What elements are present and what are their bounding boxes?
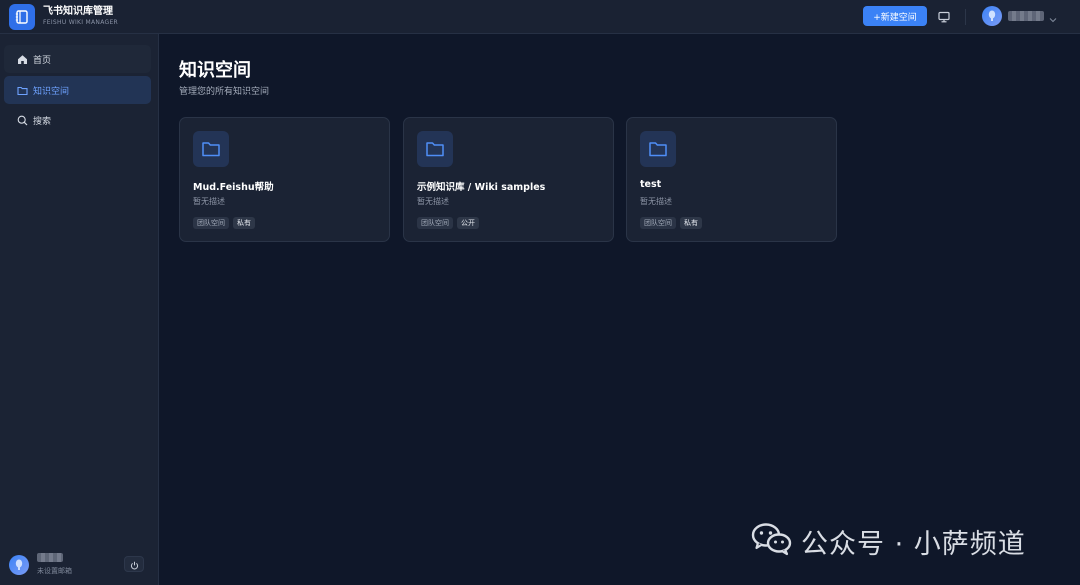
app-subtitle: FEISHU WIKI MANAGER bbox=[43, 19, 119, 26]
top-bar: 飞书知识库管理 FEISHU WIKI MANAGER +新建空间 bbox=[0, 0, 1080, 34]
sidebar-item-wiki-spaces[interactable]: 知识空间 bbox=[4, 76, 151, 104]
new-space-button[interactable]: +新建空间 bbox=[863, 6, 927, 26]
page-subtitle: 管理您的所有知识空间 bbox=[179, 87, 270, 97]
page-title: 知识空间 bbox=[179, 60, 251, 81]
space-name: 示例知识库 / Wiki samples bbox=[417, 182, 546, 193]
sidebar-user-name-redacted bbox=[37, 553, 63, 562]
logout-button[interactable] bbox=[124, 556, 144, 572]
chevron-down-icon[interactable] bbox=[1048, 10, 1058, 23]
space-name: test bbox=[640, 179, 662, 190]
user-email-status: 未设置邮箱 bbox=[37, 567, 72, 575]
wechat-icon bbox=[751, 522, 793, 560]
folder-icon bbox=[417, 131, 453, 167]
space-access-tag: 公开 bbox=[457, 217, 479, 229]
space-card[interactable]: test 暂无描述 团队空间 私有 bbox=[626, 117, 837, 242]
watermark-text: 公众号 · 小萨频道 bbox=[801, 528, 1026, 560]
space-type-tag: 团队空间 bbox=[417, 217, 453, 229]
space-type-tag: 团队空间 bbox=[193, 217, 229, 229]
space-description: 暂无描述 bbox=[417, 197, 449, 206]
space-card[interactable]: 示例知识库 / Wiki samples 暂无描述 团队空间 公开 bbox=[403, 117, 614, 242]
brand[interactable]: 飞书知识库管理 FEISHU WIKI MANAGER bbox=[9, 3, 119, 30]
watermark: 公众号 · 小萨频道 bbox=[751, 522, 1026, 560]
folder-icon bbox=[193, 131, 229, 167]
search-icon bbox=[16, 114, 28, 126]
space-access-tag: 私有 bbox=[233, 217, 255, 229]
space-name: Mud.Feishu帮助 bbox=[193, 182, 274, 193]
monitor-icon[interactable] bbox=[936, 9, 952, 25]
user-avatar[interactable] bbox=[982, 6, 1002, 26]
sidebar-user-panel: 未设置邮箱 bbox=[0, 545, 159, 585]
power-icon bbox=[130, 555, 139, 574]
space-description: 暂无描述 bbox=[193, 197, 225, 206]
space-description: 暂无描述 bbox=[640, 197, 672, 206]
sidebar: 首页 知识空间 搜索 未设置邮箱 bbox=[0, 34, 159, 585]
notebook-icon bbox=[9, 3, 35, 30]
folder-icon bbox=[16, 84, 28, 96]
home-icon bbox=[16, 53, 28, 65]
space-access-tag: 私有 bbox=[680, 217, 702, 229]
user-name-redacted[interactable] bbox=[1008, 11, 1044, 21]
app-title: 飞书知识库管理 bbox=[43, 6, 113, 17]
sidebar-item-label: 首页 bbox=[33, 55, 52, 66]
sidebar-item-home[interactable]: 首页 bbox=[4, 45, 151, 73]
space-card[interactable]: Mud.Feishu帮助 暂无描述 团队空间 私有 bbox=[179, 117, 390, 242]
sidebar-item-label: 搜索 bbox=[33, 116, 52, 127]
folder-icon bbox=[640, 131, 676, 167]
sidebar-item-label: 知识空间 bbox=[33, 86, 70, 97]
sidebar-item-search[interactable]: 搜索 bbox=[4, 106, 151, 134]
header-divider bbox=[965, 9, 966, 25]
space-type-tag: 团队空间 bbox=[640, 217, 676, 229]
avatar[interactable] bbox=[9, 555, 29, 575]
